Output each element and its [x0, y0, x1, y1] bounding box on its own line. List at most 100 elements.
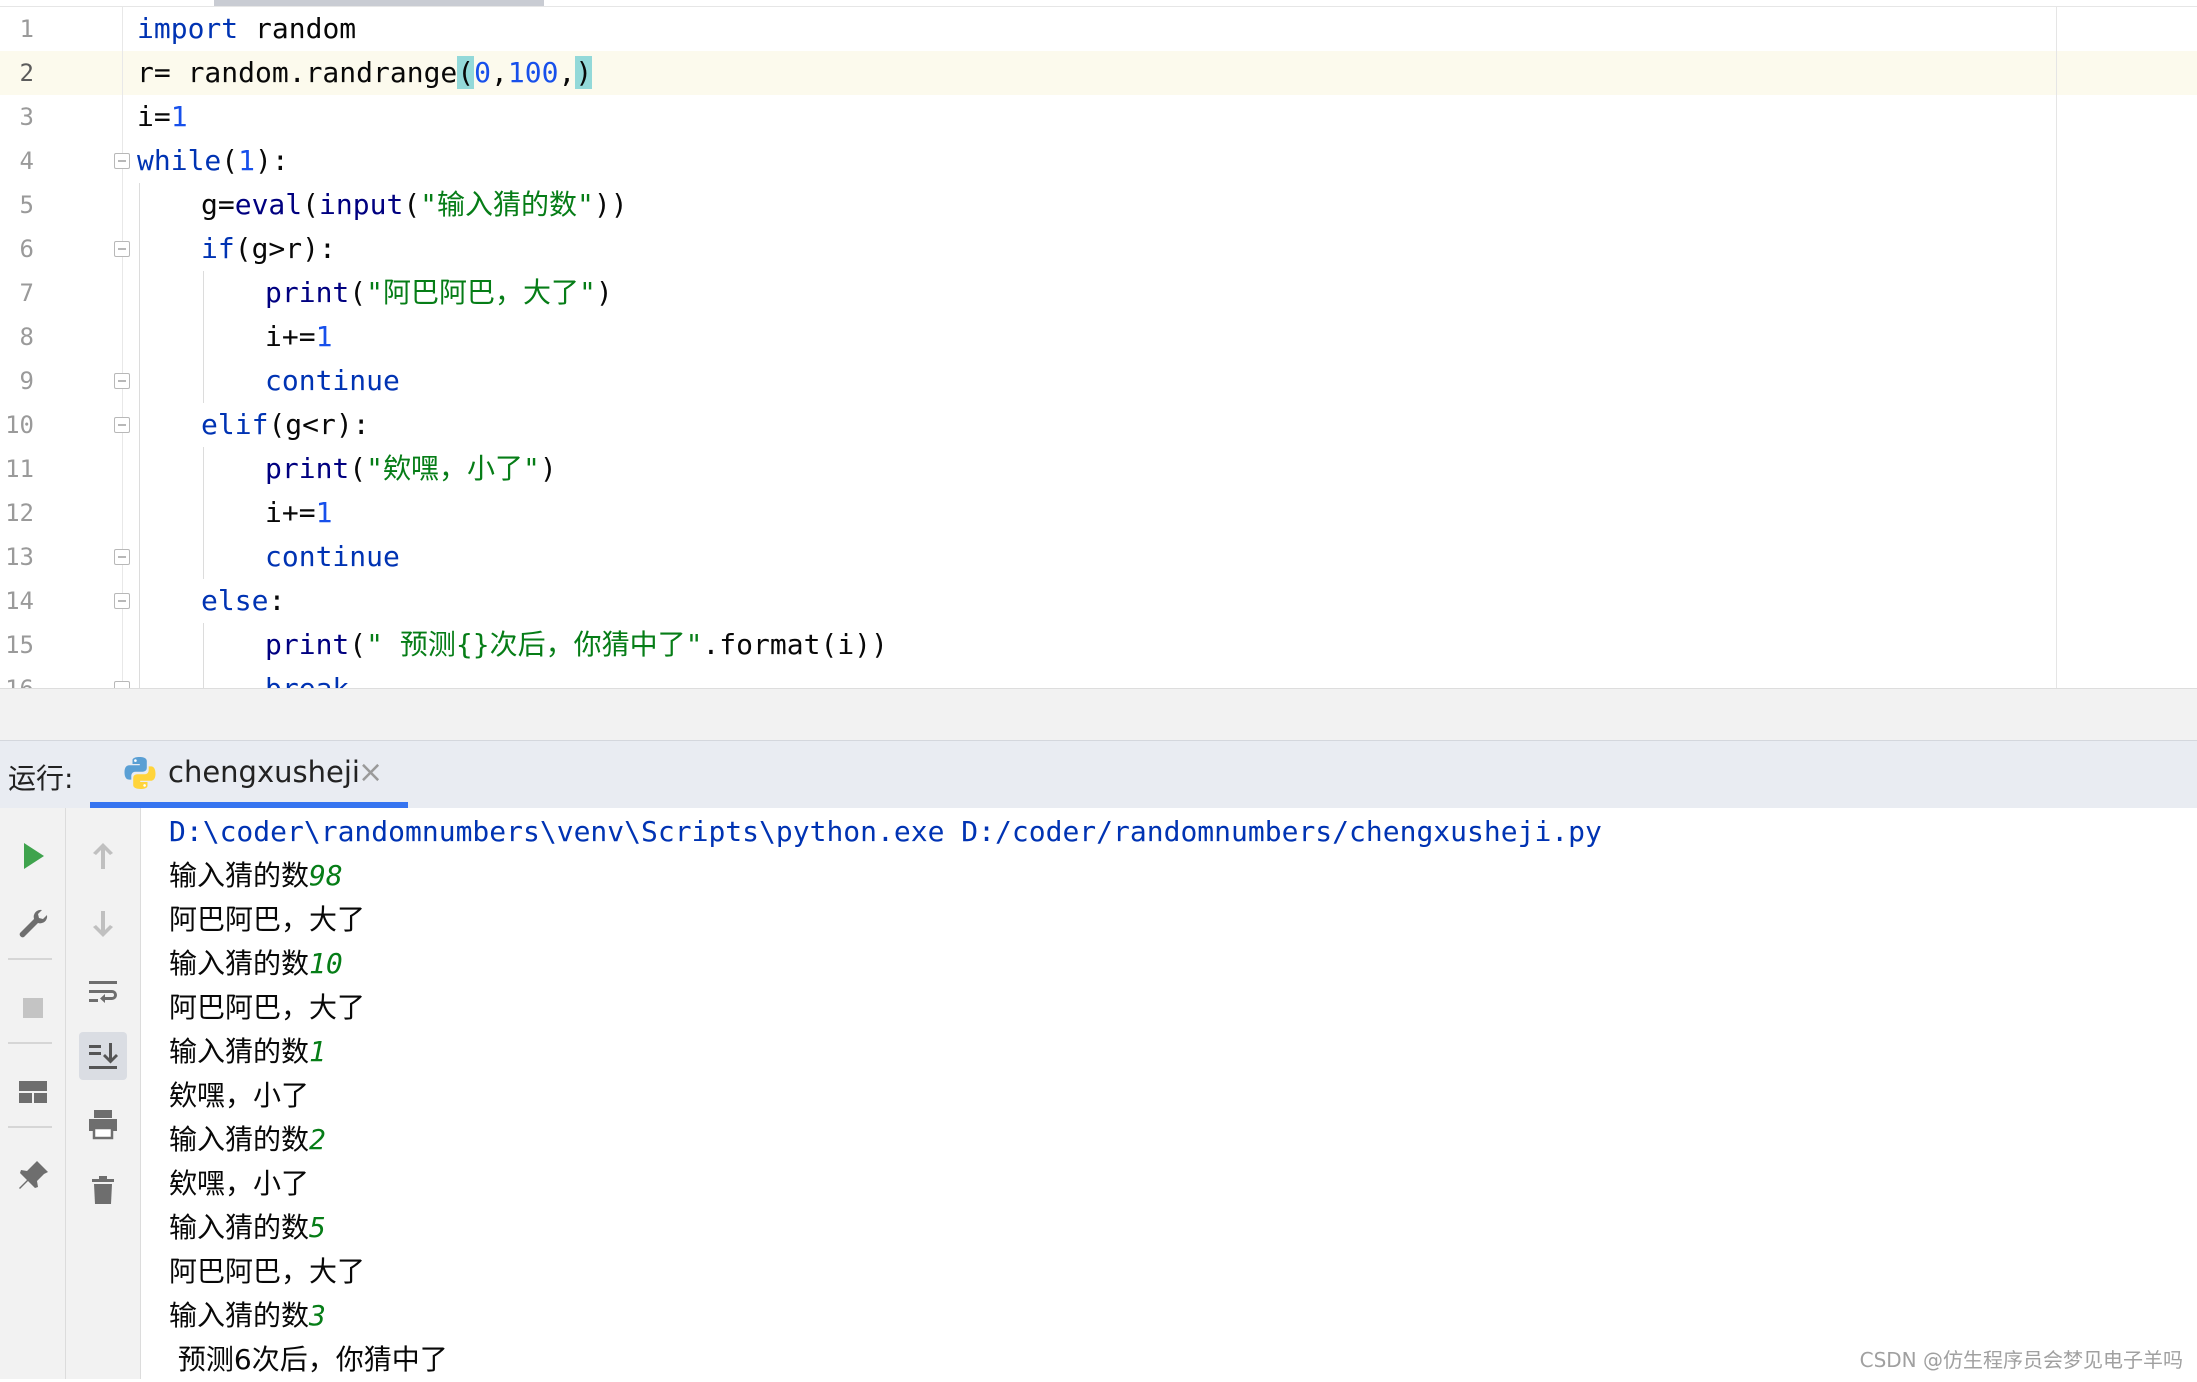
console-user-input: 98 [309, 859, 343, 892]
fold-marker-icon[interactable] [114, 417, 130, 433]
line-number[interactable]: 10 [0, 403, 34, 447]
run-console-output[interactable]: D:\coder\randomnumbers\venv\Scripts\pyth… [141, 808, 2197, 1379]
code-text: ( [403, 188, 421, 221]
console-line: 欸嘿，小了 [169, 1074, 309, 1118]
indent-guide [203, 447, 204, 579]
console-output-text: 阿巴阿巴，大了 [169, 903, 366, 936]
rerun-button[interactable] [9, 832, 57, 880]
code-line-2[interactable]: r= random.randrange(0,100,) [137, 51, 593, 95]
keyword: continue [265, 364, 400, 397]
code-line-4[interactable]: while(1): [137, 139, 289, 183]
line-number[interactable]: 14 [0, 579, 34, 623]
number-literal: 1 [315, 320, 333, 353]
keyword: import [137, 12, 239, 45]
line-number[interactable]: 7 [0, 271, 34, 315]
code-line-12[interactable]: i+=1 [265, 491, 332, 535]
number-literal: 1 [315, 496, 333, 529]
fold-end-marker-icon[interactable] [114, 373, 130, 389]
fold-marker-icon[interactable] [114, 241, 130, 257]
line-number[interactable]: 8 [0, 315, 34, 359]
line-number[interactable]: 4 [0, 139, 34, 183]
code-text: i+= [265, 320, 316, 353]
close-icon[interactable]: × [358, 755, 383, 790]
code-line-14[interactable]: else: [201, 579, 285, 623]
line-number[interactable]: 9 [0, 359, 34, 403]
console-output-text: 欸嘿，小了 [169, 1079, 310, 1112]
fold-end-marker-icon[interactable] [114, 549, 130, 565]
code-line-10[interactable]: elif(g<r): [201, 403, 370, 447]
line-number[interactable]: 11 [0, 447, 34, 491]
code-line-6[interactable]: if(g>r): [201, 227, 336, 271]
code-line-13[interactable]: continue [265, 535, 400, 579]
line-number[interactable]: 6 [0, 227, 34, 271]
gutter-divider [122, 7, 123, 688]
scroll-to-end-button[interactable] [79, 1032, 127, 1080]
code-line-15[interactable]: print(" 预测{}次后，你猜中了".format(i)) [265, 623, 888, 667]
code-text: (g<r): [268, 408, 370, 441]
run-toolbar-secondary [66, 808, 141, 1379]
line-number-active[interactable]: 2 [0, 51, 34, 95]
code-line-1[interactable]: import random [137, 7, 356, 51]
console-output-text: 预测6次后，你猜中了 [169, 1343, 448, 1376]
line-number[interactable]: 13 [0, 535, 34, 579]
code-text: i+= [265, 496, 316, 529]
print-button[interactable] [79, 1100, 127, 1148]
code-line-3[interactable]: i=1 [137, 95, 188, 139]
keyword: if [201, 232, 235, 265]
fold-marker-icon[interactable] [114, 153, 130, 169]
edit-configuration-button[interactable] [9, 900, 57, 948]
console-prompt-text: 输入猜的数 [169, 1123, 310, 1156]
matched-paren: ) [575, 56, 593, 89]
console-prompt-text: 输入猜的数 [169, 947, 310, 980]
code-line-5[interactable]: g=eval(input("输入猜的数")) [201, 183, 628, 227]
clear-all-button[interactable] [79, 1166, 127, 1214]
console-user-input: 5 [309, 1211, 326, 1244]
code-text: )) [593, 188, 628, 221]
line-number[interactable]: 12 [0, 491, 34, 535]
console-line: 阿巴阿巴，大了 [169, 898, 365, 942]
code-line-11[interactable]: print("欸嘿，小了") [265, 447, 557, 491]
indent-guide [203, 623, 204, 688]
code-line-9[interactable]: continue [265, 359, 400, 403]
watermark: CSDN @仿生程序员会梦见电子羊吗 [1859, 1348, 2183, 1372]
trash-icon [92, 1176, 114, 1204]
builtin-function: eval [234, 188, 303, 221]
console-line: 阿巴阿巴，大了 [169, 986, 365, 1030]
number-literal: 1 [170, 100, 188, 133]
keyword: elif [201, 408, 269, 441]
line-number[interactable]: 16 [0, 667, 34, 688]
line-number[interactable]: 5 [0, 183, 34, 227]
toolbar-separator [8, 1126, 52, 1128]
panel-splitter[interactable] [0, 688, 2197, 740]
code-editor[interactable]: 1 2 3 4 5 6 7 8 9 10 11 12 13 14 15 16 i… [0, 0, 2197, 688]
pin-tab-button[interactable] [9, 1152, 57, 1200]
code-line-8[interactable]: i+=1 [265, 315, 332, 359]
toolbar-separator [8, 1042, 52, 1044]
scroll-to-end-icon [89, 1043, 118, 1069]
code-text: , [491, 56, 508, 89]
up-arrow-icon [93, 843, 113, 869]
print-icon [89, 1110, 117, 1140]
builtin-function: print [265, 452, 350, 485]
line-number[interactable]: 15 [0, 623, 34, 667]
next-occurrence-button[interactable] [79, 900, 127, 948]
stop-button[interactable] [9, 984, 57, 1032]
code-text: ( [349, 276, 367, 309]
stop-icon [23, 998, 43, 1018]
code-text: r= random.randrange [137, 56, 458, 89]
code-text: : [268, 584, 286, 617]
restore-layout-button[interactable] [9, 1068, 57, 1116]
soft-wrap-button[interactable] [79, 968, 127, 1016]
line-number[interactable]: 1 [0, 7, 34, 51]
code-text: ( [349, 628, 367, 661]
code-line-16[interactable]: break [265, 667, 349, 688]
code-line-7[interactable]: print("阿巴阿巴，大了") [265, 271, 613, 315]
run-tab-chengxusheji[interactable]: chengxusheji × [90, 741, 408, 809]
fold-marker-icon[interactable] [114, 593, 130, 609]
console-line: 预测6次后，你猜中了 [169, 1338, 448, 1382]
run-icon [24, 843, 44, 869]
line-number[interactable]: 3 [0, 95, 34, 139]
previous-occurrence-button[interactable] [79, 832, 127, 880]
keyword: else [201, 584, 269, 617]
fold-end-marker-icon[interactable] [114, 681, 130, 688]
